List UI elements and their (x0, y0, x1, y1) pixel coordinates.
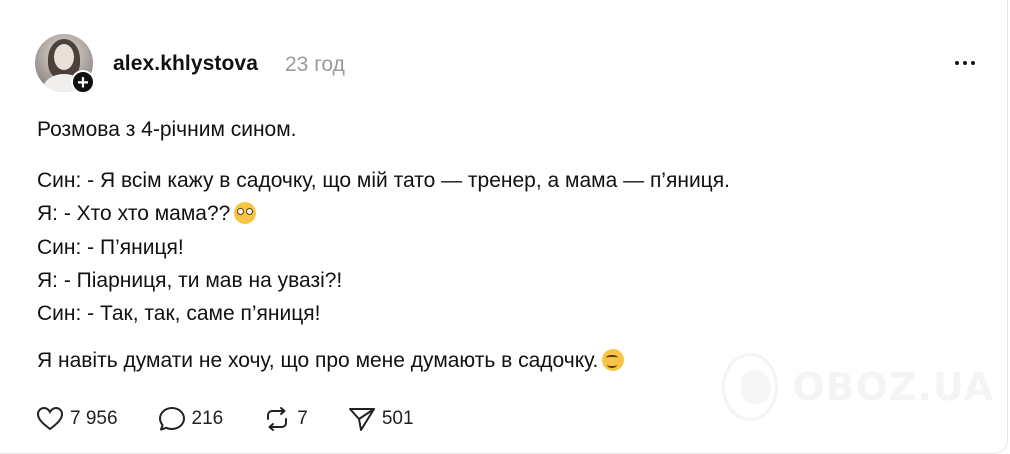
comment-button[interactable]: 216 (158, 406, 224, 432)
avatar-face (54, 44, 74, 70)
repost-arrows-icon (267, 407, 288, 431)
repost-count: 7 (297, 408, 308, 429)
follow-plus-icon[interactable]: + (71, 70, 95, 94)
post-text-content: Я: - Хто хто мама?? (37, 202, 231, 225)
post-text-line: Син: - Так, так, саме п’яниця! (37, 302, 321, 325)
post-text-line: Я: - Хто хто мама?? (37, 202, 257, 226)
post-timestamp[interactable]: 23 год (285, 53, 345, 77)
ellipsis-icon (955, 61, 959, 65)
heart-icon (36, 406, 64, 431)
post-text-line: Син: - П’яниця! (37, 236, 184, 259)
avatar-container[interactable]: + (35, 34, 95, 94)
ellipsis-icon (971, 61, 975, 65)
flushed-face-emoji-icon (234, 202, 257, 224)
action-bar: 7 956 216 7 501 (36, 405, 454, 433)
repost-button[interactable]: 7 (263, 406, 308, 432)
share-count: 501 (381, 408, 414, 429)
paper-plane-icon (348, 408, 375, 431)
post-card: + alex.khlystova 23 год Розмова з 4-річн… (0, 0, 1008, 454)
like-count: 7 956 (70, 408, 118, 429)
ellipsis-icon (963, 61, 967, 65)
woozy-face-emoji-icon (602, 349, 625, 371)
post-text-line: Я навіть думати не хочу, що про мене дум… (37, 349, 625, 373)
watermark-text: OBOZ.UA (792, 365, 994, 409)
speech-bubble-icon (158, 407, 185, 431)
post-text-content: Я навіть думати не хочу, що про мене дум… (37, 349, 599, 372)
watermark: OBOZ.UA (722, 352, 994, 422)
comment-count: 216 (191, 408, 224, 429)
share-button[interactable]: 501 (348, 406, 414, 432)
like-button[interactable]: 7 956 (36, 406, 118, 432)
more-options-button[interactable] (950, 52, 980, 74)
post-text-line: Я: - Піарниця, ти мав на увазі?! (37, 269, 343, 292)
post-text-line: Розмова з 4-річним сином. (37, 118, 297, 141)
globe-icon (722, 353, 779, 421)
username[interactable]: alex.khlystova (113, 52, 258, 76)
post-text-line: Син: - Я всім кажу в садочку, що мій тат… (37, 169, 730, 192)
